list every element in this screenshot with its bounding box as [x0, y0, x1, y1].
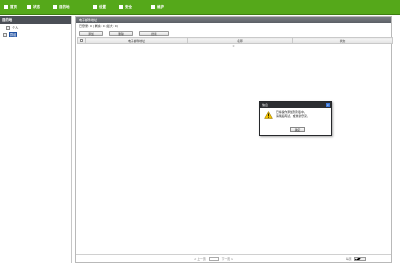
delete-button[interactable]: 删除: [109, 31, 133, 36]
nav-destination[interactable]: 目的地: [49, 0, 89, 15]
select-all-checkbox[interactable]: [77, 37, 86, 44]
per-page-control: 每页 20: [346, 256, 366, 261]
empty-list-marker: 0: [232, 44, 235, 48]
sidebar-item-personal[interactable]: 个人: [0, 24, 71, 31]
search-button[interactable]: 搜索: [139, 31, 169, 36]
close-icon[interactable]: ×: [325, 102, 330, 108]
address-table: 电子邮件地址 名称 状态: [77, 37, 393, 44]
sidebar-item-label: 个人: [12, 26, 19, 30]
nav-maintenance[interactable]: 维护: [147, 0, 179, 15]
dialog-title: 信息: [262, 103, 269, 107]
destination-icon: [53, 5, 57, 9]
nav-status-label: 状态: [33, 4, 40, 9]
pagination: < 上一页 下一页 > 每页 20: [76, 254, 391, 262]
warning-icon: [264, 111, 273, 119]
contact-icon: [6, 25, 10, 30]
main-panel: 电子邮件地址 已登录: 0 | 剩余: 0 (最大: 0) 添加 删除 搜索 电…: [75, 16, 393, 263]
next-page-link[interactable]: 下一页 >: [222, 257, 234, 261]
per-page-label: 每页: [346, 256, 352, 261]
sidebar: 目的地 个人 群组: [0, 16, 72, 263]
nav-home[interactable]: 首页: [0, 0, 23, 15]
settings-icon: [93, 5, 97, 9]
table-header-row: 电子邮件地址 名称 状态: [77, 37, 393, 44]
dialog-message-line: 请稍后再试，或重新登录。: [276, 113, 310, 118]
sidebar-title: 目的地: [0, 16, 71, 24]
sidebar-item-group[interactable]: 群组: [0, 31, 71, 38]
nav-home-label: 首页: [10, 4, 17, 9]
checkbox-icon: [80, 38, 83, 42]
nav-security-label: 安全: [125, 4, 132, 9]
dialog-message: 已将操作添加到列表中。 请稍后再试，或重新登录。: [276, 110, 310, 119]
security-icon: [119, 5, 123, 9]
toolbar: 添加 删除 搜索: [76, 30, 391, 37]
nav-settings[interactable]: 设置: [89, 0, 115, 15]
column-header[interactable]: 状态: [292, 37, 393, 44]
per-page-select[interactable]: 20: [353, 256, 366, 261]
column-header[interactable]: 电子邮件地址: [85, 37, 188, 44]
dialog-title-bar: 信息 ×: [260, 102, 331, 108]
add-button[interactable]: 添加: [79, 31, 103, 36]
sidebar-item-label: 群组: [9, 32, 18, 37]
nav-status[interactable]: 状态: [23, 0, 49, 15]
nav-security[interactable]: 安全: [115, 0, 147, 15]
info-dialog: 信息 × 已将操作添加到列表中。 请稍后再试，或重新登录。 确定: [259, 101, 332, 136]
ok-button[interactable]: 确定: [290, 127, 305, 132]
page-number-input[interactable]: [208, 256, 219, 261]
prev-page-link[interactable]: < 上一页: [194, 257, 206, 261]
nav-destination-label: 目的地: [59, 4, 70, 9]
group-icon: [3, 32, 7, 37]
column-header[interactable]: 名称: [187, 37, 293, 44]
dialog-body: 已将操作添加到列表中。 请稍后再试，或重新登录。: [260, 108, 331, 119]
home-icon: [4, 5, 8, 9]
nav-settings-label: 设置: [99, 4, 106, 9]
maintenance-icon: [151, 5, 155, 9]
page-nav: < 上一页 下一页 >: [194, 256, 234, 261]
nav-maintenance-label: 维护: [157, 4, 164, 9]
status-icon: [27, 5, 31, 9]
summary-text: 已登录: 0 | 剩余: 0 (最大: 0): [79, 24, 118, 28]
top-navigation-bar: 首页 状态 目的地 设置 安全 维护: [0, 0, 400, 15]
